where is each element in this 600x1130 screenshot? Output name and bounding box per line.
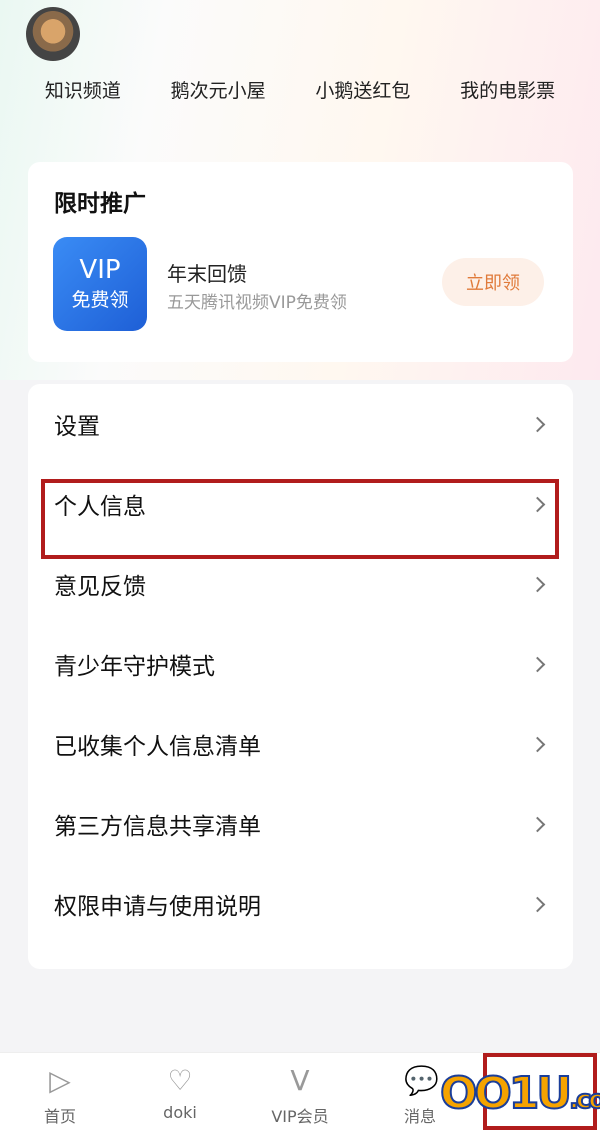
tab-home[interactable]: ▷ 首页 [0,1053,120,1130]
promo-card: 限时推广 VIP 免费领 年末回馈 五天腾讯视频VIP免费领 立即领 [28,162,573,362]
vip-icon-text: VIP [79,255,121,285]
menu-label: 权限申请与使用说明 [54,894,261,920]
claim-button[interactable]: 立即领 [442,258,544,306]
chevron-right-icon [529,656,546,672]
chevron-right-icon [529,816,546,832]
promo-item-subtitle: 五天腾讯视频VIP免费领 [167,293,347,313]
vip-promo-icon[interactable]: VIP 免费领 [53,237,147,331]
menu-item-third-party-sharing[interactable]: 第三方信息共享清单 [28,784,573,864]
quick-link-movie-tickets[interactable]: 我的电影票 [460,76,555,103]
menu-label: 青少年守护模式 [54,654,215,680]
avatar[interactable] [26,7,80,61]
quick-link-knowledge[interactable]: 知识频道 [45,76,121,103]
chat-bubble-icon: 💬 [404,1064,439,1097]
chevron-right-icon [529,576,546,592]
menu-item-teen-mode[interactable]: 青少年守护模式 [28,624,573,704]
chevron-right-icon [529,416,546,432]
menu-label: 第三方信息共享清单 [54,814,261,840]
quick-links: 知识频道 鹅次元小屋 小鹅送红包 我的电影票 [0,76,600,103]
highlight-box [41,479,559,559]
tab-label: 消息 [403,1107,436,1126]
quick-link-anime-house[interactable]: 鹅次元小屋 [171,76,266,103]
tab-doki[interactable]: ♡ doki [120,1053,240,1130]
menu-label: 意见反馈 [54,574,146,600]
tab-label: doki [163,1103,197,1122]
promo-title: 限时推广 [54,191,146,217]
v-icon: V [290,1064,310,1097]
chevron-right-icon [529,896,546,912]
menu-item-settings[interactable]: 设置 [28,384,573,464]
menu-label: 已收集个人信息清单 [54,734,261,760]
settings-menu: 设置 个人信息 意见反馈 青少年守护模式 已收集个人信息清单 第三方信息共享清单… [28,384,573,969]
promo-item-title: 年末回馈 [167,262,247,286]
heart-icon: ♡ [167,1064,193,1097]
menu-item-permissions[interactable]: 权限申请与使用说明 [28,864,573,944]
watermark-logo: OO1U.com [439,1067,600,1120]
tab-label: VIP会员 [271,1107,329,1126]
tab-label: 首页 [43,1107,76,1126]
quick-link-red-packet[interactable]: 小鹅送红包 [315,76,410,103]
play-icon: ▷ [49,1064,71,1097]
watermark-suffix: .com [568,1084,600,1116]
tab-vip[interactable]: V VIP会员 [240,1053,360,1130]
menu-item-collected-info[interactable]: 已收集个人信息清单 [28,704,573,784]
vip-icon-subtext: 免费领 [71,289,129,311]
chevron-right-icon [529,736,546,752]
menu-label: 设置 [54,414,100,440]
watermark-text: OO1U [439,1067,573,1120]
